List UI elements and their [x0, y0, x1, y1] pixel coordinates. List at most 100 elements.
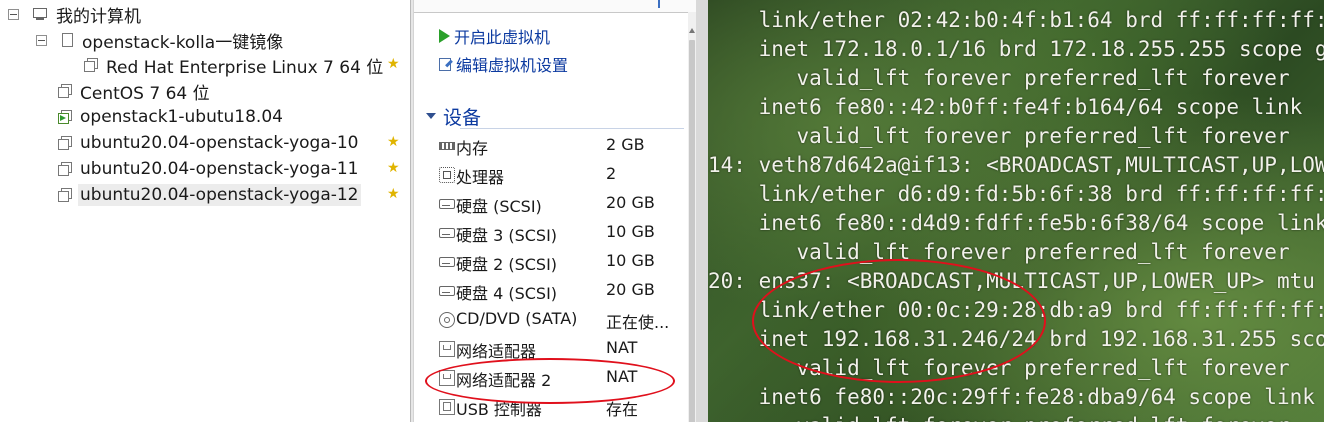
- tree-item-yoga-11[interactable]: ubuntu20.04-openstack-yoga-11: [58, 157, 361, 181]
- section-divider: [460, 128, 684, 129]
- memory-icon: [439, 142, 455, 150]
- device-row-disk-2[interactable]: 硬盘 2 (SCSI) 10 GB: [438, 248, 688, 274]
- tree-item-rhel7[interactable]: Red Hat Enterprise Linux 7 64 位: [84, 53, 385, 78]
- tree-item-label: Red Hat Enterprise Linux 7 64 位: [106, 57, 384, 78]
- device-name: 硬盘 4 (SCSI): [456, 284, 558, 303]
- tree-item-openstack1-ubutu18[interactable]: openstack1-ubutu18.04: [58, 105, 285, 129]
- device-name: CD/DVD (SATA): [456, 309, 578, 328]
- terminal-line: link/ether 00:0c:29:28:db:a9 brd ff:ff:f…: [708, 298, 1324, 322]
- favorite-star-icon: ★: [387, 134, 400, 150]
- disk-icon: [439, 228, 455, 238]
- device-row-network-adapter-2[interactable]: 网络适配器 2 NAT: [438, 364, 688, 390]
- tree-item-yoga-12[interactable]: ubuntu20.04-openstack-yoga-12: [58, 183, 361, 207]
- vertical-scrollbar[interactable]: [688, 12, 696, 422]
- scroll-up-arrow-icon[interactable]: [689, 28, 695, 33]
- network-icon: [439, 341, 455, 357]
- edit-settings-icon: [439, 57, 453, 71]
- device-value: NAT: [606, 338, 638, 357]
- device-name: 内存: [456, 139, 489, 158]
- terminal-line: inet 172.18.0.1/16 brd 172.18.255.255 sc…: [758, 37, 1324, 61]
- device-name: 处理器: [456, 168, 505, 187]
- network-icon: [439, 370, 455, 386]
- collapse-triangle-icon[interactable]: [426, 113, 436, 119]
- device-name: 网络适配器: [456, 342, 537, 361]
- favorite-star-icon: ★: [387, 160, 400, 176]
- device-value: NAT: [606, 367, 638, 386]
- terminal-line: inet 192.168.31.246/24 brd 192.168.31.25…: [758, 327, 1324, 351]
- tree-item-label: ubuntu20.04-openstack-yoga-12: [78, 184, 361, 206]
- device-row-disk-4[interactable]: 硬盘 4 (SCSI) 20 GB: [438, 277, 688, 303]
- device-value: 20 GB: [606, 193, 655, 212]
- device-name: USB 控制器: [456, 400, 542, 419]
- terminal-line: 14: veth87d642a@if13: <BROADCAST,MULTICA…: [708, 153, 1324, 177]
- terminal-line: valid_lft forever preferred_lft forever: [708, 356, 1290, 380]
- devices-section-header[interactable]: 设备: [426, 104, 482, 129]
- computer-icon: [32, 8, 48, 20]
- vm-running-icon: [58, 110, 72, 124]
- device-value: 20 GB: [606, 280, 655, 299]
- terminal-line: valid_lft forever preferred_lft forever: [708, 66, 1290, 90]
- devices-section-title: 设备: [443, 106, 482, 129]
- device-row-disk[interactable]: 硬盘 (SCSI) 20 GB: [438, 190, 688, 216]
- device-name: 硬盘 (SCSI): [456, 197, 542, 216]
- terminal-line: inet6 fe80::d4d9:fdff:fe5b:6f38/64 scope…: [708, 211, 1324, 235]
- device-row-cd-dvd[interactable]: CD/DVD (SATA) 正在使...: [438, 306, 688, 332]
- device-row-disk-3[interactable]: 硬盘 3 (SCSI) 10 GB: [438, 219, 688, 245]
- tree-item-label: CentOS 7 64 位: [80, 83, 210, 104]
- tree-root-my-computer[interactable]: 我的计算机: [8, 2, 143, 27]
- favorite-star-icon: ★: [387, 56, 400, 72]
- collapse-icon[interactable]: [36, 35, 47, 46]
- vm-icon: [58, 136, 72, 150]
- device-row-cpu[interactable]: 处理器 2: [438, 161, 688, 187]
- vm-icon: [58, 162, 72, 176]
- terminal-line: link/ether d6:d9:fd:5b:6f:38 brd ff:ff:f…: [708, 182, 1324, 206]
- edit-settings-label: 编辑虚拟机设置: [456, 56, 569, 75]
- device-name: 硬盘 2 (SCSI): [456, 255, 558, 274]
- power-on-label: 开启此虚拟机: [454, 28, 551, 47]
- device-value: 正在使...: [606, 313, 670, 332]
- device-value: 存在: [606, 400, 639, 419]
- terminal-line: inet6 fe80::42:b0ff:fe4f:b164/64 scope l…: [708, 95, 1303, 119]
- terminal-line: valid_lft forever preferred_lft forever: [708, 240, 1290, 264]
- device-row-network-adapter[interactable]: 网络适配器 NAT: [438, 335, 688, 361]
- play-icon: [439, 29, 450, 43]
- device-name: 硬盘 3 (SCSI): [456, 226, 558, 245]
- device-row-memory[interactable]: 内存 2 GB: [438, 132, 688, 158]
- tree-item-openstack-kolla[interactable]: openstack-kolla一键镜像: [36, 28, 285, 53]
- favorite-star-icon: ★: [387, 186, 400, 202]
- terminal-line: link/ether 02:42:b0:4f:b1:64 brd ff:ff:f…: [708, 8, 1324, 32]
- scrollbar-thumb[interactable]: [689, 40, 695, 422]
- cd-icon: [439, 312, 455, 328]
- device-row-usb-controller[interactable]: USB 控制器 存在: [438, 393, 688, 419]
- window-separator: [696, 0, 708, 422]
- cpu-icon: [439, 167, 455, 183]
- power-on-vm-link[interactable]: 开启此虚拟机: [439, 25, 550, 47]
- tree-item-label: openstack1-ubutu18.04: [80, 107, 283, 127]
- disk-icon: [439, 199, 455, 209]
- edit-vm-settings-link[interactable]: 编辑虚拟机设置: [439, 53, 568, 75]
- disk-icon: [439, 257, 455, 267]
- terminal-output-pane[interactable]: link/ether 02:42:b0:4f:b1:64 brd ff:ff:f…: [708, 0, 1324, 422]
- vm-icon: [58, 84, 72, 98]
- top-strip: [414, 0, 696, 13]
- disk-icon: [439, 286, 455, 296]
- device-value: 2: [606, 164, 617, 183]
- terminal-line: inet6 fe80::20c:29ff:fe28:dba9/64 scope …: [708, 385, 1315, 409]
- tree-root-label: 我的计算机: [56, 6, 141, 27]
- tree-item-yoga-10[interactable]: ubuntu20.04-openstack-yoga-10: [58, 131, 361, 155]
- tree-item-label: ubuntu20.04-openstack-yoga-10: [80, 133, 359, 153]
- vm-icon: [84, 58, 98, 72]
- device-value: 10 GB: [606, 251, 655, 270]
- collapse-icon[interactable]: [8, 9, 19, 20]
- terminal-line: valid_lft forever preferred_lft forever: [708, 412, 1290, 422]
- vm-library-tree: 我的计算机 openstack-kolla一键镜像 Red Hat Enterp…: [0, 0, 410, 422]
- terminal-line: valid_lft forever preferred_lft forever: [708, 124, 1290, 148]
- tree-item-centos7[interactable]: CentOS 7 64 位: [58, 79, 212, 104]
- vm-summary-pane: 开启此虚拟机 编辑虚拟机设置 设备 内存 2 GB 处理器 2 硬盘 (SCSI…: [414, 0, 696, 422]
- folder-page-icon: [60, 33, 74, 47]
- device-value: 10 GB: [606, 222, 655, 241]
- device-value: 2 GB: [606, 135, 645, 154]
- tree-item-label: openstack-kolla一键镜像: [82, 32, 284, 53]
- usb-icon: [439, 399, 455, 415]
- device-name: 网络适配器 2: [456, 371, 552, 390]
